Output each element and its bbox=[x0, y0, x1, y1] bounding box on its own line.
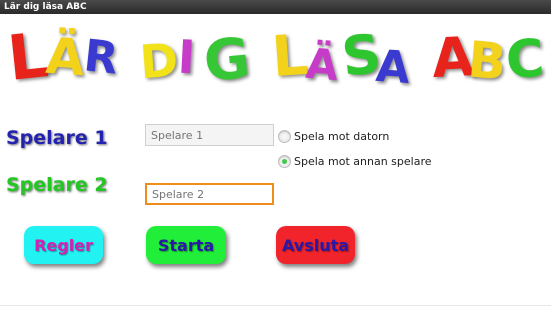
start-button[interactable]: Starta bbox=[146, 226, 226, 264]
title-letter-8: Ä bbox=[303, 38, 341, 91]
title-letter-4: D bbox=[138, 32, 181, 90]
window-title: Lär dig läsa ABC bbox=[4, 2, 87, 12]
radio-button-computer[interactable] bbox=[278, 129, 291, 143]
player2-label: Spelare 2 bbox=[6, 174, 108, 196]
window-title-bar: Lär dig läsa ABC bbox=[0, 0, 551, 14]
title-letter-2: Ä bbox=[44, 26, 87, 88]
bottom-divider bbox=[0, 305, 551, 306]
title-letter-6: G bbox=[201, 26, 253, 95]
mode-option-computer[interactable]: Spela mot datorn bbox=[278, 128, 389, 144]
title-letter-12: B bbox=[465, 30, 509, 92]
title-letter-3: R bbox=[81, 30, 121, 85]
rules-button[interactable]: Regler bbox=[24, 226, 103, 264]
title-letter-5: I bbox=[176, 29, 197, 85]
mode-option-computer-label: Spela mot datorn bbox=[294, 129, 390, 143]
player1-label: Spelare 1 bbox=[6, 127, 108, 149]
player1-name-input[interactable] bbox=[145, 124, 274, 146]
title-letter-10: A bbox=[374, 40, 412, 95]
mode-option-player[interactable]: Spela mot annan spelare bbox=[278, 153, 432, 169]
app-title-logo: L Ä R D I G L Ä S A A B C bbox=[0, 16, 551, 96]
player2-name-input[interactable] bbox=[145, 183, 274, 205]
quit-button[interactable]: Avsluta bbox=[276, 226, 355, 264]
mode-option-player-label: Spela mot annan spelare bbox=[294, 154, 432, 168]
radio-button-player[interactable] bbox=[278, 154, 291, 168]
title-letter-13: C bbox=[503, 28, 547, 92]
